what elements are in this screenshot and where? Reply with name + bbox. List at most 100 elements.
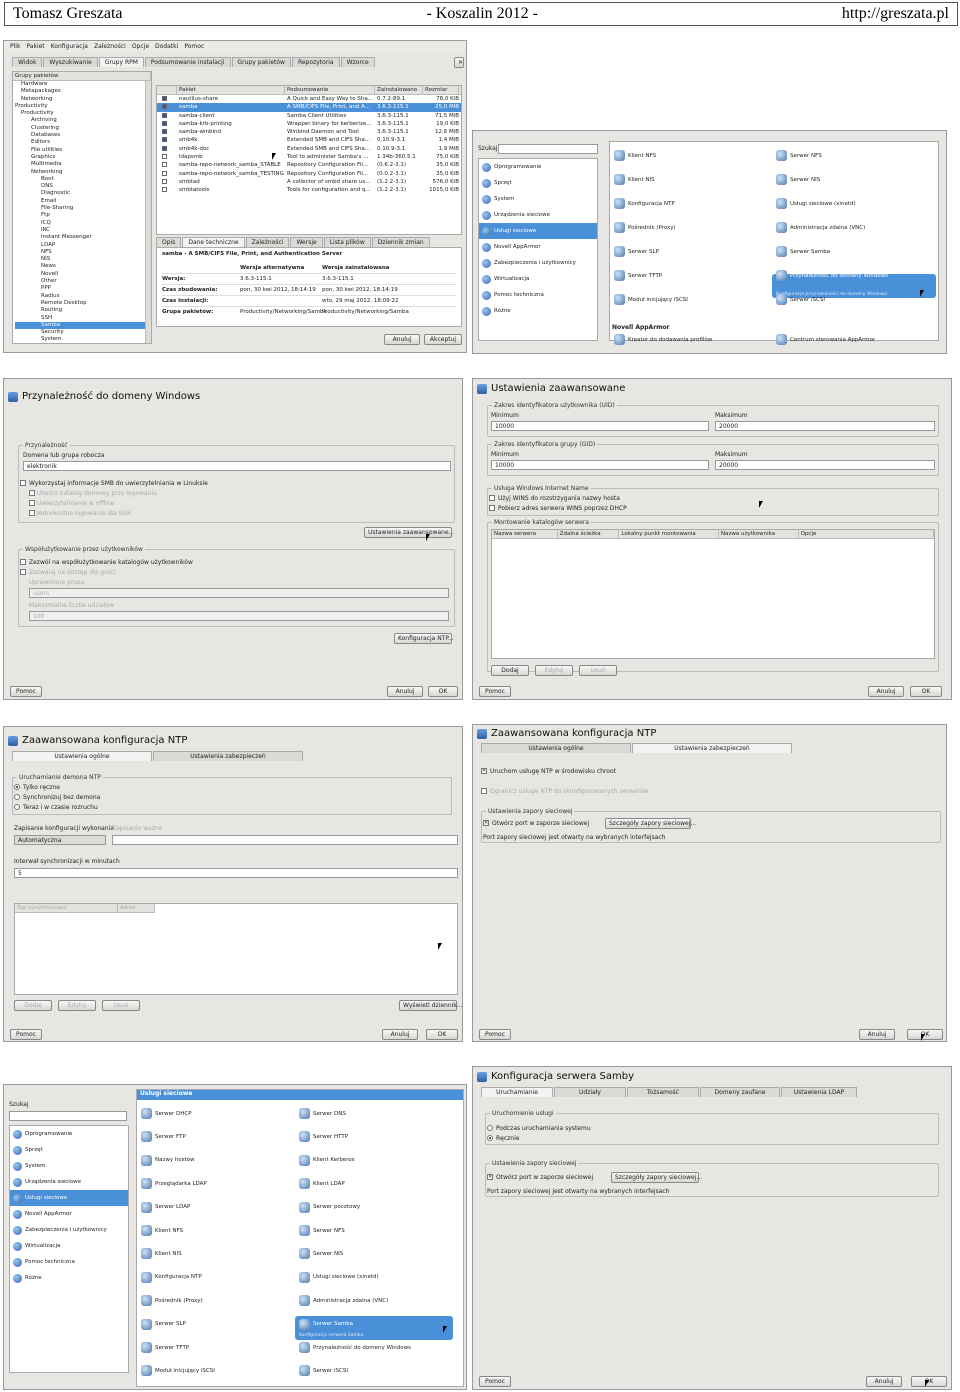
module-item[interactable]: Klient NFS <box>141 1225 183 1236</box>
store-select[interactable]: Automatyczna <box>14 835 106 845</box>
package-checkbox[interactable] <box>162 129 167 135</box>
add-button[interactable]: Dodaj <box>491 665 529 676</box>
tree-item[interactable]: LDAP <box>15 242 151 249</box>
radio-boot[interactable] <box>14 804 20 810</box>
package-checkbox[interactable] <box>162 170 167 176</box>
ok-button[interactable]: OK <box>911 1376 947 1387</box>
module-item[interactable]: Klient Kerberos <box>299 1154 355 1166</box>
tree-item[interactable]: Radius <box>15 293 151 300</box>
help-button[interactable]: Pomoc <box>10 1029 42 1040</box>
category-item[interactable]: Zabezpieczenia i użytkownicy <box>479 255 597 271</box>
module-item[interactable]: Pośrednik (Proxy) <box>614 222 676 233</box>
package-checkbox[interactable] <box>162 178 167 184</box>
table-row[interactable]: samba-repo-network_samba_STABLE Repositor… <box>157 161 461 169</box>
show-log-button[interactable]: Wyświetl dziennik... <box>399 1000 462 1011</box>
table-row[interactable]: nautilus-share A Quick and Easy Way to Sh… <box>157 95 461 103</box>
module-item[interactable]: Administracja zdalna (VNC) <box>776 222 865 233</box>
header-url[interactable]: http://greszata.pl <box>842 5 949 23</box>
uid-min-input[interactable]: 10000 <box>491 421 709 431</box>
menu-item[interactable]: Konfiguracja <box>51 43 88 50</box>
column-header[interactable]: Zdalna ścieżka <box>558 530 620 538</box>
tree-item[interactable]: SSH <box>15 315 151 322</box>
module-item[interactable]: Serwer NIS <box>776 174 820 185</box>
tab-trusted-domains[interactable]: Domeny zaufane <box>700 1087 780 1097</box>
category-item[interactable]: Różne <box>479 303 597 319</box>
gid-min-input[interactable]: 10000 <box>491 460 709 470</box>
search-input[interactable] <box>498 144 598 154</box>
edit-button[interactable]: Edytuj <box>58 1000 96 1011</box>
package-checkbox[interactable] <box>162 187 167 193</box>
package-checkbox[interactable] <box>162 104 167 110</box>
category-item[interactable]: Różne <box>10 1270 128 1286</box>
view-tab[interactable]: Podsumowanie instalacji <box>144 57 231 67</box>
delete-button[interactable]: Usuń <box>579 665 617 676</box>
chroot-checkbox[interactable]: ✕ <box>481 768 487 774</box>
column-header[interactable]: Lokalny punkt montowania <box>619 530 719 538</box>
category-item[interactable]: Novell AppArmor <box>479 239 597 255</box>
category-item[interactable]: Sprzęt <box>479 175 597 191</box>
module-item[interactable]: Konfiguracja NTP <box>614 198 675 209</box>
tab-startup[interactable]: Uruchamianie <box>481 1087 553 1097</box>
clear-icon[interactable]: ✕ <box>454 57 464 68</box>
tree-item[interactable]: IRC <box>15 227 151 234</box>
limit-servers-checkbox[interactable] <box>481 788 487 794</box>
category-list[interactable]: Oprogramowanie Sprzęt System Urządzenia sie… <box>9 1125 129 1373</box>
category-item[interactable]: Wirtualizacja <box>10 1238 128 1254</box>
interval-input[interactable]: 5 <box>14 868 458 878</box>
tab-general[interactable]: Ustawienia ogólne <box>12 751 152 761</box>
module-item[interactable]: Serwer HTTP <box>299 1131 348 1143</box>
package-checkbox[interactable] <box>162 137 167 143</box>
module-panel[interactable]: Klient NFS Klient NIS Konfiguracja NTP Pośr… <box>609 141 939 345</box>
tree-item[interactable]: News <box>15 263 151 270</box>
accept-button[interactable]: Akceptuj <box>424 334 462 345</box>
ok-button[interactable]: OK <box>428 686 458 697</box>
tree-item[interactable]: Databases <box>15 132 151 139</box>
table-row[interactable]: samba-client Samba Client Utilities 3.6.3-… <box>157 112 461 120</box>
tree-item[interactable]: DNS <box>15 183 151 190</box>
module-item[interactable]: Serwer DHCP <box>141 1108 192 1119</box>
module-item[interactable]: Klient LDAP <box>299 1178 345 1190</box>
tree-item[interactable]: Productivity <box>15 110 151 117</box>
allow-sharing-checkbox[interactable] <box>20 559 26 565</box>
use-wins-checkbox[interactable] <box>489 495 495 501</box>
ssh-sso-checkbox[interactable] <box>29 510 35 516</box>
module-panel[interactable]: Usługi sieciowe Serwer DHCP Serwer FTP Nazw… <box>136 1089 464 1387</box>
search-input[interactable] <box>9 1111 127 1121</box>
category-item[interactable]: Pomoc techniczna <box>479 287 597 303</box>
details-tab[interactable]: Lista plików <box>323 237 371 247</box>
cancel-button[interactable]: Anuluj <box>868 686 904 697</box>
tree-item[interactable]: Metapackages <box>15 88 151 95</box>
open-port-checkbox[interactable]: ✕ <box>487 1174 493 1180</box>
details-tab[interactable]: Dane techniczne <box>182 237 245 247</box>
cancel-button[interactable]: Anuluj <box>859 1029 895 1040</box>
tree-item[interactable]: ICQ <box>15 220 151 227</box>
module-item[interactable]: Pośrednik (Proxy) <box>141 1295 203 1307</box>
group-input[interactable]: users <box>29 588 449 598</box>
column-header[interactable]: Pakiet <box>177 86 285 94</box>
max-shares-input[interactable]: 100 <box>29 611 449 621</box>
table-row[interactable]: smb4k-doc Extended SMB and CIFS Sha... 0.1… <box>157 145 461 153</box>
tree-item[interactable]: File-Sharing <box>15 205 151 212</box>
radio-sync-no-daemon[interactable] <box>14 794 20 800</box>
table-row[interactable]: samba-repo-network_samba_TESTING Reposito… <box>157 170 461 178</box>
menu-item[interactable]: Zależności <box>94 43 126 50</box>
ok-button[interactable]: OK <box>907 1029 943 1040</box>
table-row[interactable]: samba A SMB/CIFS File, Print, and A... 3.6… <box>157 103 461 112</box>
tree-item[interactable]: Diagnostic <box>15 190 151 197</box>
module-item[interactable]: Serwer LDAP <box>141 1201 190 1213</box>
cancel-button[interactable]: Anuluj <box>384 334 420 345</box>
column-header[interactable]: Rozmiar <box>423 86 459 94</box>
tree-item[interactable]: PPP <box>15 285 151 292</box>
details-tab[interactable]: Opis <box>156 237 182 247</box>
category-item[interactable]: Sprzęt <box>10 1142 128 1158</box>
column-header[interactable]: Nazwa użytkownika <box>719 530 799 538</box>
details-tab[interactable]: Zależności <box>245 237 290 247</box>
mount-table[interactable]: Nazwa serwera Zdalna ścieżka Lokalny punkt… <box>491 529 935 659</box>
category-item[interactable]: Urządzenia sieciowe <box>479 207 597 223</box>
table-row[interactable]: smbtatools Tools for configuration and q.… <box>157 186 461 194</box>
module-item[interactable]: Serwer SLP <box>141 1318 186 1330</box>
category-item[interactable]: Urządzenia sieciowe <box>10 1174 128 1190</box>
package-checkbox[interactable] <box>162 96 167 101</box>
view-tab[interactable]: Wyszukiwanie <box>43 57 98 67</box>
module-item[interactable]: Serwer NFS <box>776 150 822 161</box>
